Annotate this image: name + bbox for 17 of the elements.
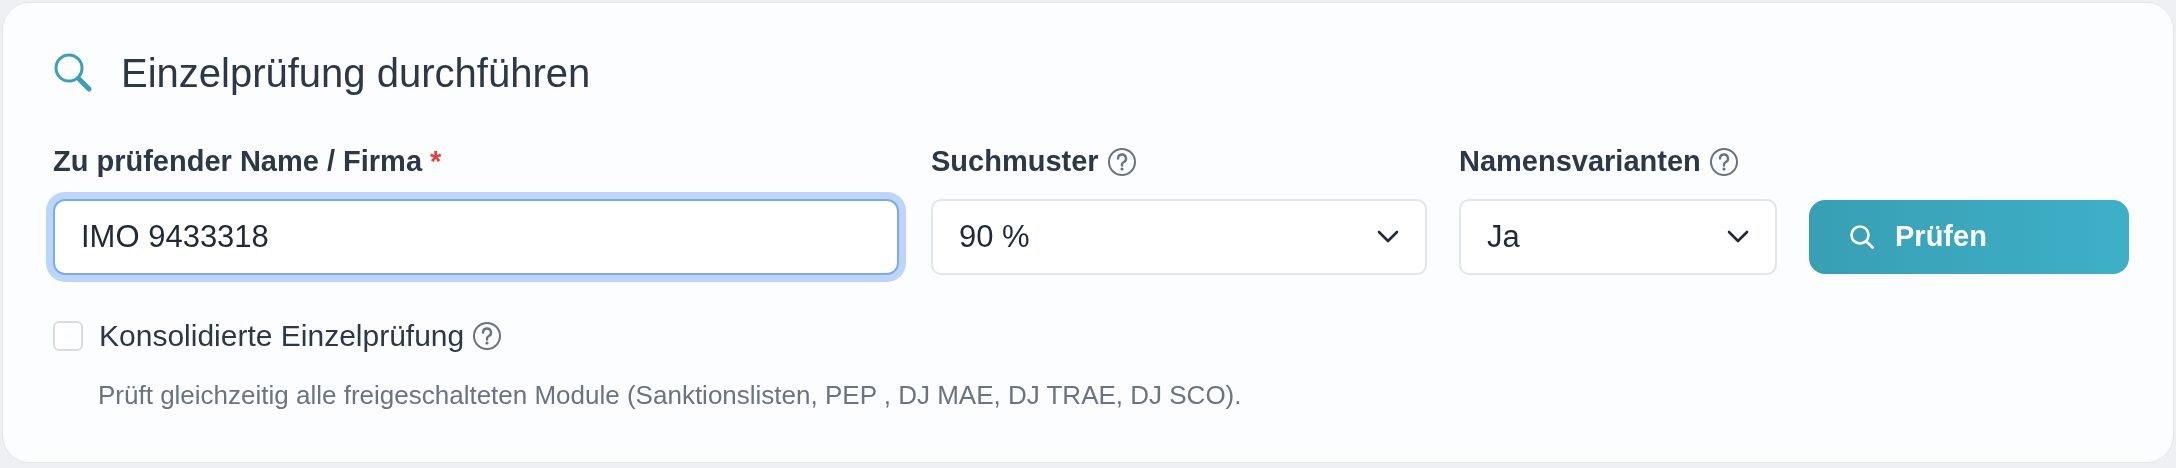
chevron-down-icon <box>1727 230 1749 244</box>
help-icon[interactable] <box>1106 147 1137 177</box>
help-icon[interactable] <box>1708 147 1739 177</box>
field-label: Namensvarianten <box>1459 144 1701 180</box>
field-label: Zu prüfender Name / Firma <box>53 144 422 180</box>
option-description: Prüft gleichzeitig alle freigeschalteten Module (Sanktionslisten, PEP , DJ MAE, DJ TRAE, DJ SCO). <box>98 380 1242 410</box>
select-field[interactable]: 90 % <box>931 199 1427 275</box>
checkbox-label: Konsolidierte Einzelprüfung <box>99 318 465 354</box>
help-icon[interactable] <box>472 320 503 351</box>
chevron-down-icon <box>1377 230 1399 244</box>
card-title: Einzelprüfung durchführen <box>121 50 591 97</box>
required-mark: * <box>430 144 442 180</box>
search-icon <box>1849 224 1875 250</box>
field-label: Suchmuster <box>931 144 1099 180</box>
checkbox[interactable] <box>53 320 83 351</box>
search-icon <box>53 52 93 94</box>
select-field[interactable]: Ja <box>1459 199 1777 275</box>
